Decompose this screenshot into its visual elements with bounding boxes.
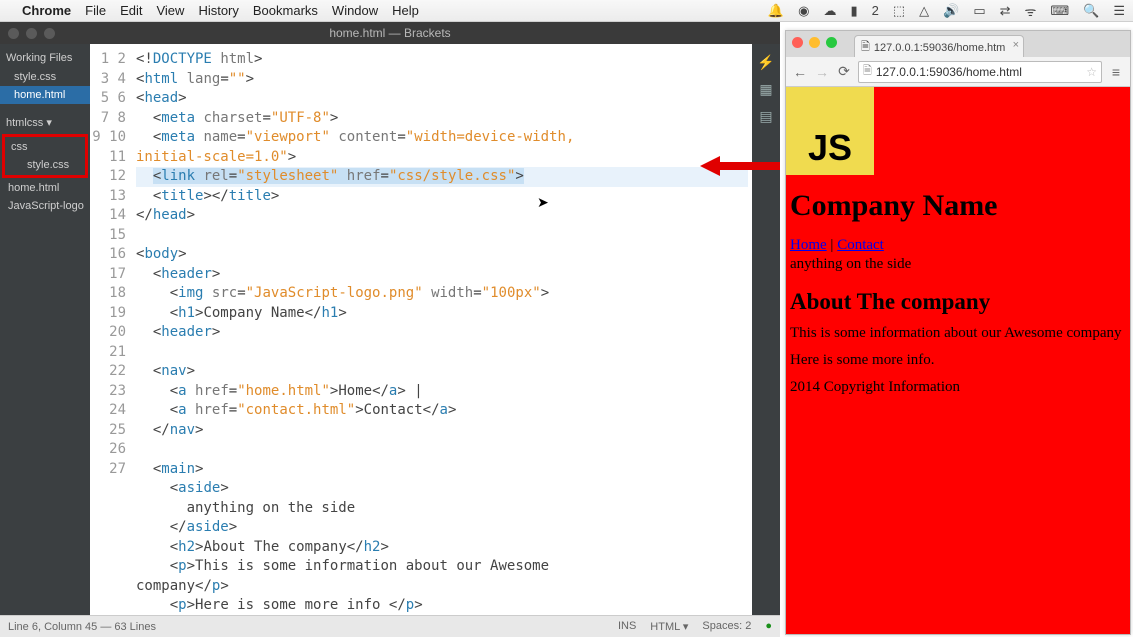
- close-icon[interactable]: [792, 37, 803, 48]
- more-icon[interactable]: ▤: [759, 108, 772, 125]
- shuffle-icon[interactable]: ⇄: [1000, 3, 1011, 19]
- working-file-style[interactable]: style.css: [0, 68, 90, 86]
- page-aside: anything on the side: [790, 256, 1126, 273]
- menu-view[interactable]: View: [156, 3, 184, 18]
- page-subheading: About The company: [790, 289, 1126, 315]
- menu-file[interactable]: File: [85, 3, 106, 18]
- page-paragraph-2: Here is some more info.: [790, 352, 1126, 369]
- live-preview-icon[interactable]: ⚡: [757, 54, 774, 71]
- status-spaces[interactable]: Spaces: 2: [702, 620, 751, 633]
- tab-close-icon[interactable]: ×: [1013, 39, 1019, 51]
- page-footer: 2014 Copyright Information: [790, 379, 1126, 396]
- menu-icon[interactable]: ≡: [1108, 64, 1124, 80]
- code-area[interactable]: <!DOCTYPE html> <html lang=""> <head> <m…: [132, 44, 752, 615]
- page-nav: Home | Contact: [790, 237, 1126, 254]
- menu-edit[interactable]: Edit: [120, 3, 142, 18]
- url-text: 127.0.0.1:59036/home.html: [876, 65, 1022, 79]
- chrome-toolbar: ← → ⟳ 🗎 127.0.0.1:59036/home.html ☆ ≡: [786, 57, 1130, 87]
- status-cursor: Line 6, Column 45 — 63 Lines: [8, 621, 156, 633]
- browser-tab[interactable]: 🗎 127.0.0.1:59036/home.htm ×: [854, 35, 1024, 57]
- brackets-titlebar[interactable]: home.html — Brackets: [0, 22, 780, 44]
- brackets-window: home.html — Brackets Working Files style…: [0, 22, 780, 637]
- nav-separator: |: [827, 237, 838, 253]
- tree-file-home[interactable]: home.html: [0, 179, 90, 197]
- adobe-icon[interactable]: ▮: [850, 3, 857, 19]
- tree-file-jslogo[interactable]: JavaScript-logo: [0, 197, 90, 215]
- chrome-tabbar: 🗎 127.0.0.1:59036/home.htm ×: [786, 31, 1130, 57]
- page-heading: Company Name: [790, 189, 1126, 223]
- annotation-box: css style.css: [2, 134, 88, 178]
- working-files-label: Working Files: [0, 48, 90, 68]
- menu-window[interactable]: Window: [332, 3, 378, 18]
- num-icon[interactable]: 2: [872, 3, 879, 18]
- spotlight-icon[interactable]: 🔍: [1083, 3, 1099, 19]
- address-bar[interactable]: 🗎 127.0.0.1:59036/home.html ☆: [858, 61, 1102, 83]
- keyboard-icon[interactable]: ⌨: [1050, 3, 1069, 19]
- close-icon[interactable]: [8, 28, 19, 39]
- menu-bookmarks[interactable]: Bookmarks: [253, 3, 318, 18]
- back-button[interactable]: ←: [792, 64, 808, 80]
- tree-file-style[interactable]: style.css: [5, 156, 85, 174]
- tab-title: 127.0.0.1:59036/home.htm: [874, 42, 1005, 54]
- working-file-home[interactable]: home.html: [0, 86, 90, 104]
- minimize-icon[interactable]: [809, 37, 820, 48]
- line-gutter: 1 2 3 4 5 6 7 8 9 10 11 12 13 14 15 16 1…: [90, 44, 132, 615]
- code-editor[interactable]: 1 2 3 4 5 6 7 8 9 10 11 12 13 14 15 16 1…: [90, 44, 752, 615]
- menu-icon[interactable]: ☰: [1113, 3, 1125, 19]
- menu-history[interactable]: History: [198, 3, 238, 18]
- bell-icon[interactable]: 🔔: [768, 3, 784, 19]
- tree-folder-css[interactable]: css: [5, 138, 85, 156]
- star-icon[interactable]: ☆: [1086, 65, 1097, 79]
- js-logo: JS: [786, 87, 874, 175]
- brackets-title: home.html — Brackets: [329, 26, 450, 40]
- app-name[interactable]: Chrome: [22, 3, 71, 18]
- menu-help[interactable]: Help: [392, 3, 419, 18]
- extensions-icon[interactable]: ▦: [759, 81, 772, 98]
- brackets-sidebar: Working Files style.css home.html htmlcs…: [0, 44, 90, 615]
- page-viewport: JS Company Name Home | Contact anything …: [786, 87, 1130, 634]
- dropbox-icon[interactable]: ⬚: [893, 3, 905, 19]
- desktop: home.html — Brackets Working Files style…: [0, 22, 1133, 637]
- page-paragraph-1: This is some information about our Aweso…: [790, 325, 1126, 342]
- mac-menubar: Chrome File Edit View History Bookmarks …: [0, 0, 1133, 22]
- minimize-icon[interactable]: [26, 28, 37, 39]
- record-icon[interactable]: ◉: [798, 3, 809, 19]
- volume-icon[interactable]: 🔊: [943, 3, 959, 19]
- zoom-icon[interactable]: [44, 28, 55, 39]
- page-icon: 🗎: [863, 62, 872, 81]
- brackets-statusbar: Line 6, Column 45 — 63 Lines INS HTML ▾ …: [0, 615, 780, 637]
- gdrive-icon[interactable]: △: [919, 3, 929, 19]
- page-icon: 🗎: [861, 38, 870, 57]
- forward-button[interactable]: →: [814, 64, 830, 80]
- status-check-icon[interactable]: ●: [765, 620, 772, 633]
- project-label[interactable]: htmlcss ▾: [0, 112, 90, 133]
- wifi-icon[interactable]: ᯤ: [1025, 2, 1037, 20]
- nav-contact-link[interactable]: Contact: [837, 237, 884, 253]
- status-ins[interactable]: INS: [618, 620, 636, 633]
- cloud-icon[interactable]: ☁: [823, 3, 836, 19]
- nav-home-link[interactable]: Home: [790, 237, 827, 253]
- status-lang[interactable]: HTML ▾: [650, 620, 688, 633]
- chrome-window: 🗎 127.0.0.1:59036/home.htm × ← → ⟳ 🗎 127…: [785, 30, 1131, 635]
- zoom-icon[interactable]: [826, 37, 837, 48]
- battery-icon[interactable]: ▭: [973, 3, 985, 19]
- brackets-right-toolbar: ⚡ ▦ ▤: [752, 44, 780, 615]
- reload-button[interactable]: ⟳: [836, 63, 852, 80]
